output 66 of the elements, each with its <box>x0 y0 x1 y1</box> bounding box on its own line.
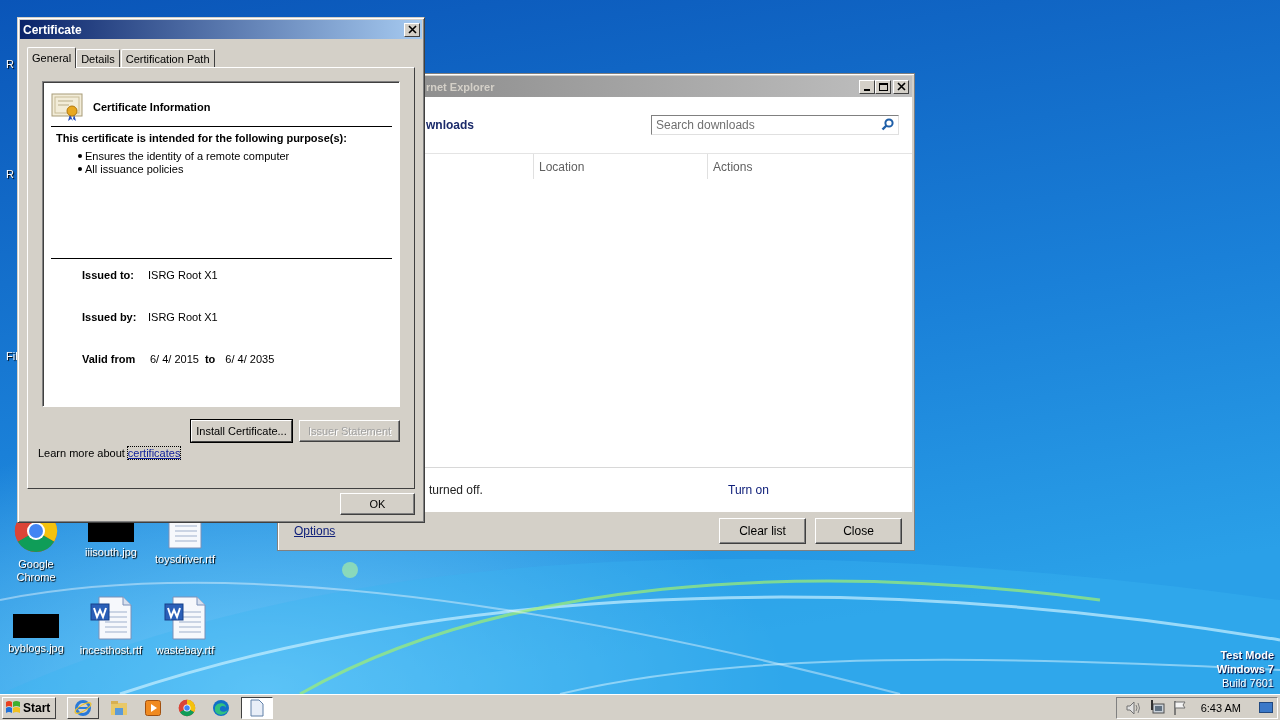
learn-more-text: Learn more about <box>38 447 125 459</box>
field-value: ISRG Root X1 <box>148 311 218 323</box>
speaker-icon[interactable] <box>1124 700 1141 715</box>
windows-logo-icon <box>5 700 21 715</box>
purpose-heading: This certificate is intended for the following purpose(s): <box>56 132 348 144</box>
field-label: to <box>204 353 216 365</box>
close-button[interactable] <box>893 79 909 94</box>
folder-icon <box>110 699 128 716</box>
desktop-notice-text: Test Mode <box>1220 648 1274 662</box>
icon-label: R <box>6 58 14 70</box>
field-label: Issued by: <box>82 311 138 323</box>
bullet-icon <box>78 153 82 158</box>
field-value: 6/ 4/ 2035 <box>225 353 275 365</box>
minimize-icon <box>864 88 870 91</box>
search-icon[interactable] <box>881 118 894 131</box>
media-player-icon <box>145 699 161 716</box>
ok-button[interactable]: OK <box>340 493 415 515</box>
word-document-icon <box>89 596 133 640</box>
field-value: ISRG Root X1 <box>148 269 218 281</box>
purpose-item: Ensures the identity of a remote computer <box>85 149 290 162</box>
clock[interactable]: 6:43 AM <box>1200 701 1241 714</box>
window-title: rnet Explorer <box>426 80 496 93</box>
field-label: Valid from <box>82 353 137 365</box>
taskbar-button[interactable] <box>241 696 273 719</box>
edge-icon <box>212 698 230 717</box>
maximize-icon <box>877 81 889 92</box>
install-certificate-button[interactable]: Install Certificate... <box>191 420 292 442</box>
window-title: Certificate <box>23 22 83 37</box>
tab[interactable]: Details <box>76 49 120 67</box>
icon-label: R <box>6 168 14 180</box>
clear-list-button[interactable]: Clear list <box>719 518 806 544</box>
page-heading: wnloads <box>426 118 475 132</box>
turn-on-link[interactable]: Turn on <box>728 483 769 497</box>
info-title: Certificate Information <box>93 101 211 113</box>
options-link[interactable]: Options <box>294 524 710 538</box>
image-thumbnail <box>13 614 59 638</box>
close-button[interactable]: Close <box>815 518 902 544</box>
field-value: 6/ 4/ 2015 <box>150 353 199 365</box>
notice-text: turned off. <box>429 483 484 497</box>
field-label: Issued to: <box>82 269 135 281</box>
column-header[interactable]: Location <box>533 154 708 179</box>
close-button[interactable] <box>404 22 420 37</box>
close-icon <box>406 24 418 35</box>
bullet-icon <box>78 166 82 171</box>
chrome-icon <box>178 698 196 717</box>
desktop-notice-text: Windows 7 <box>1216 662 1274 676</box>
close-icon <box>895 81 907 92</box>
flag-icon[interactable] <box>1172 700 1187 715</box>
network-icon[interactable] <box>1148 699 1165 716</box>
document-icon <box>250 698 264 717</box>
monitor-icon[interactable] <box>1259 701 1273 714</box>
certificates-link[interactable]: certificates <box>127 447 181 459</box>
maximize-button[interactable] <box>875 79 891 94</box>
minimize-button[interactable] <box>859 79 875 94</box>
start-button[interactable]: Start <box>2 696 56 719</box>
tab[interactable]: General <box>27 47 77 68</box>
word-document-icon <box>163 596 207 640</box>
document-icon <box>168 522 202 549</box>
purpose-item: All issuance policies <box>85 162 184 175</box>
browser-icon <box>74 698 92 717</box>
tab[interactable]: Certification Path <box>120 49 215 67</box>
column-header[interactable]: Actions <box>707 154 912 179</box>
search-field[interactable]: Search downloads <box>651 115 899 135</box>
icon-label: Fil <box>6 350 18 362</box>
certificate-icon <box>51 92 83 122</box>
desktop-notice-text: Build 7601 <box>1222 676 1274 690</box>
